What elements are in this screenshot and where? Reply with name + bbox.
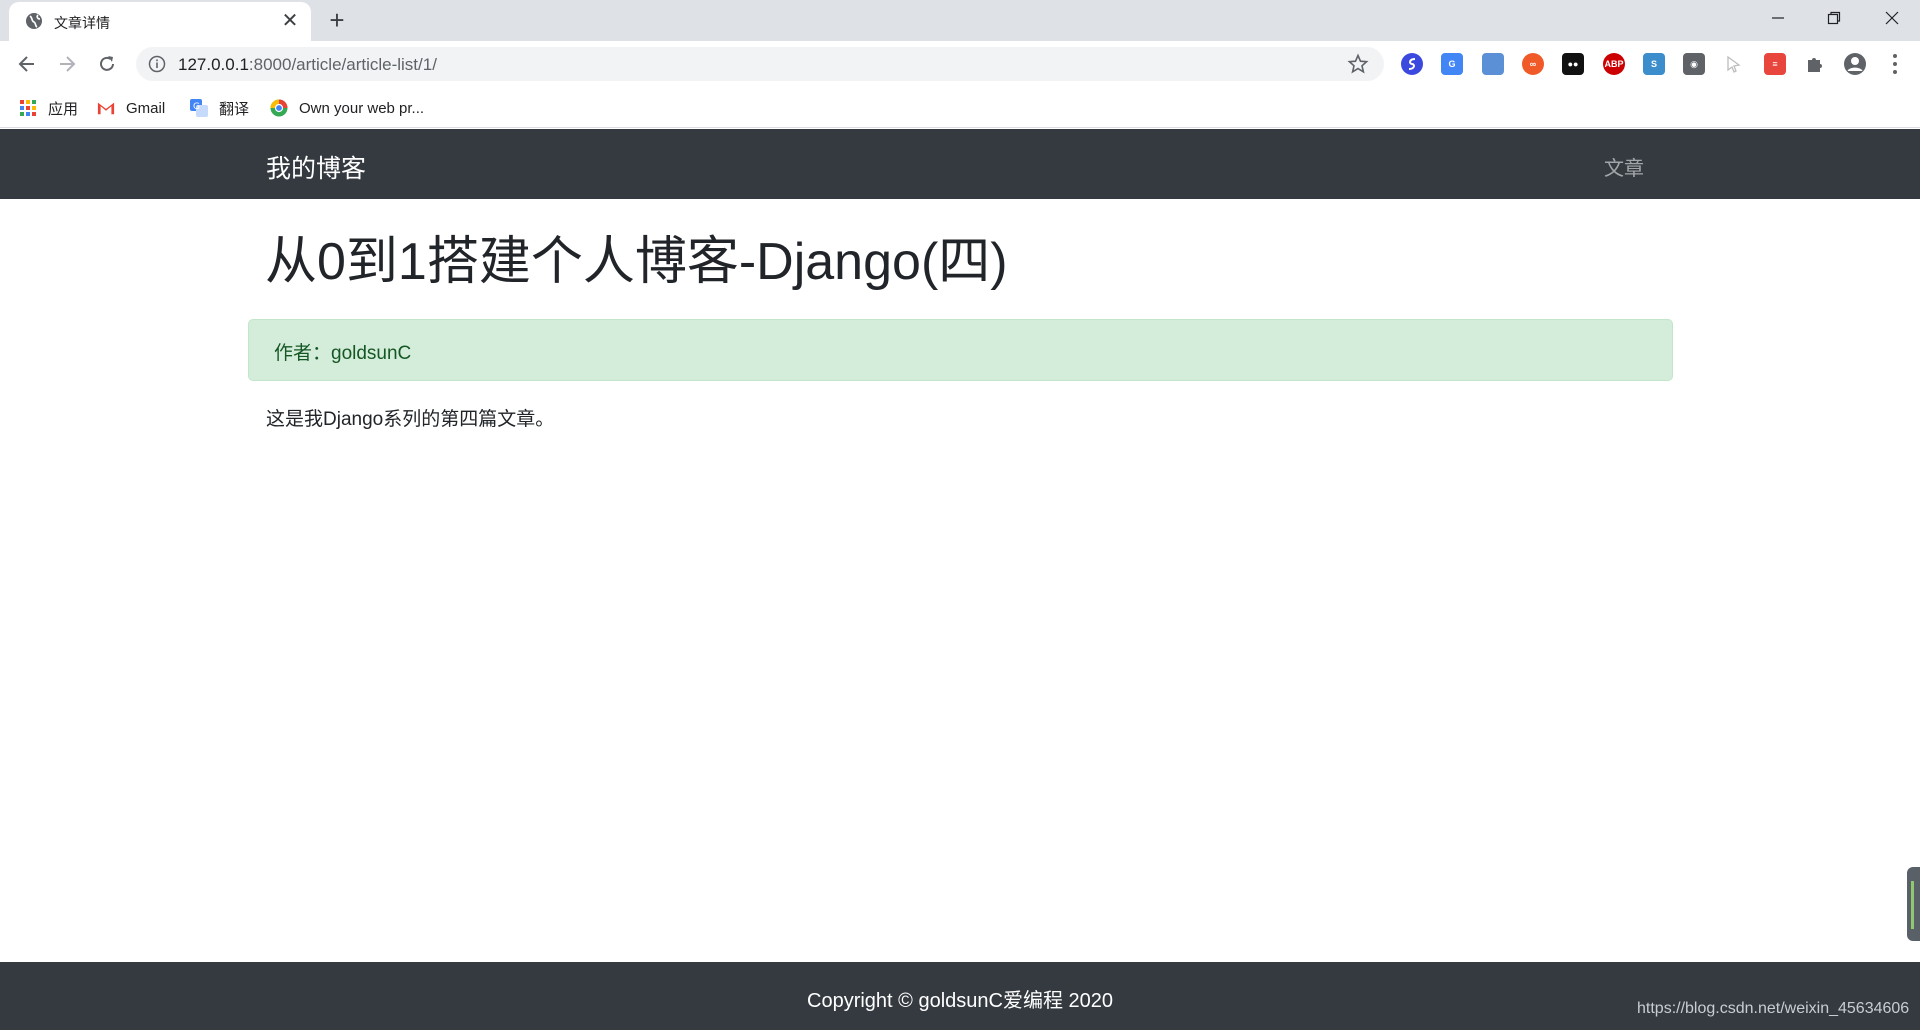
url-path: :8000/article/article-list/1/ — [248, 55, 437, 74]
site-navbar: 我的博客 文章 — [0, 129, 1920, 199]
site-footer: Copyright © goldsunC爱编程 2020 — [0, 962, 1920, 1030]
gmail-icon — [97, 99, 115, 117]
ext-translate-icon[interactable]: G — [1441, 53, 1463, 75]
window-minimize-icon[interactable] — [1750, 0, 1806, 36]
ext-adblock-icon[interactable]: ABP — [1603, 53, 1625, 75]
profile-avatar-icon[interactable] — [1844, 53, 1866, 75]
ext-image-icon[interactable] — [1482, 53, 1504, 75]
bookmark-gmail[interactable]: Gmail — [97, 97, 165, 119]
reload-icon[interactable] — [93, 50, 121, 78]
site-info-icon[interactable] — [148, 55, 166, 73]
ext-tampermonkey-icon[interactable]: ●● — [1562, 53, 1584, 75]
site-brand-link[interactable]: 我的博客 — [266, 149, 366, 185]
ext-cursor-icon[interactable] — [1723, 53, 1745, 75]
bookmark-label: 翻译 — [219, 100, 250, 118]
bookmarks-bar: 应用 Gmail G 翻译 Own your web pr... — [0, 87, 1920, 128]
author-alert: 作者：goldsunC — [248, 319, 1673, 381]
window-close-icon[interactable] — [1864, 0, 1920, 36]
ext-reader-icon[interactable]: ≡ — [1764, 53, 1786, 75]
footer-copyright: Copyright © goldsunC爱编程 2020 — [807, 990, 1113, 1012]
tab-close-icon[interactable]: ✕ — [279, 10, 301, 32]
bookmark-own-your-web[interactable]: Own your web pr... — [270, 97, 424, 119]
window-restore-icon[interactable] — [1806, 0, 1862, 36]
csdn-watermark: https://blog.csdn.net/weixin_45634606 — [1637, 1000, 1910, 1017]
more-menu-icon[interactable] — [1884, 51, 1906, 77]
article-title: 从0到1搭建个人博客-Django(四) — [265, 233, 1008, 291]
article-body: 这是我Django系列的第四篇文章。 — [266, 409, 555, 430]
svg-text:G: G — [193, 102, 200, 112]
bookmark-label: 应用 — [48, 100, 79, 118]
ext-owl-icon[interactable]: ◉ — [1683, 53, 1705, 75]
ext-infinity-icon[interactable]: ∞ — [1522, 53, 1544, 75]
ext-s-icon[interactable]: S — [1643, 53, 1665, 75]
back-arrow-icon[interactable] — [13, 50, 41, 78]
bookmark-label: Own your web pr... — [299, 99, 425, 117]
chrome-like-icon — [270, 99, 288, 117]
tab-title: 文章详情 — [54, 15, 110, 31]
google-translate-icon: G — [190, 99, 208, 117]
browser-toolbar: 127.0.0.1:8000/article/article-list/1/ G… — [0, 41, 1920, 87]
url-text[interactable]: 127.0.0.1:8000/article/article-list/1/ — [178, 55, 437, 75]
side-widget-handle[interactable] — [1907, 867, 1920, 941]
bookmark-star-icon[interactable] — [1347, 53, 1369, 75]
tab-strip: 文章详情 ✕ + — [0, 0, 1920, 41]
nav-link-articles[interactable]: 文章 — [1604, 152, 1644, 181]
forward-arrow-icon[interactable] — [53, 50, 81, 78]
extensions-puzzle-icon[interactable] — [1804, 53, 1826, 75]
tab-active[interactable]: 文章详情 ✕ — [9, 2, 311, 41]
apps-grid-icon — [19, 99, 37, 117]
bookmark-translate[interactable]: G 翻译 — [190, 97, 249, 119]
author-text: 作者：goldsunC — [274, 343, 412, 364]
side-widget-indicator — [1911, 881, 1914, 929]
url-host: 127.0.0.1 — [178, 55, 249, 74]
globe-icon — [26, 13, 42, 29]
bookmark-label: Gmail — [126, 99, 166, 117]
ext-blue-s-icon[interactable] — [1401, 53, 1423, 75]
bookmark-apps[interactable]: 应用 — [19, 97, 78, 119]
new-tab-icon[interactable]: + — [324, 7, 350, 33]
address-bar[interactable]: 127.0.0.1:8000/article/article-list/1/ — [136, 47, 1384, 81]
